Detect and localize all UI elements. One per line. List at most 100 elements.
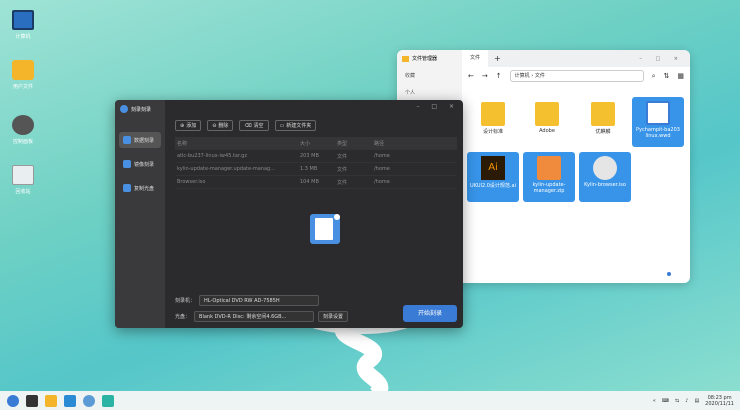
sidebar-item-favorites[interactable]: 收藏 [397, 67, 462, 84]
screenshot-taskbar-icon[interactable] [102, 394, 114, 407]
forward-icon[interactable]: → [482, 72, 488, 80]
clock-date: 2020/11/11 [705, 400, 734, 407]
clock-time: 08:23 pm [707, 394, 732, 401]
cell-type: 文件 [337, 179, 348, 186]
clear-button[interactable]: ⌫ 清空 [239, 120, 269, 131]
cell-path: /home [374, 179, 390, 185]
table-row[interactable]: Browser.iso 104 MB 文件 /home [175, 176, 457, 189]
table-header: 名称 大小 类型 路径 [175, 137, 457, 150]
cell-name: kylin-update-manager.update-manag... [177, 166, 275, 172]
file-name: UKUI2.0设计规范.ai [470, 183, 516, 189]
folder-icon [481, 102, 505, 126]
disc-label: 光盘： [175, 314, 191, 320]
add-button[interactable]: ⊕ 添加 [175, 120, 202, 131]
new-folder-button[interactable]: ▭ 新建文件夹 [274, 120, 317, 131]
file-item[interactable]: Pychampit-ba203 linux.wwd [632, 97, 684, 147]
multitask-icon[interactable] [26, 394, 38, 407]
desktop-icon-recycle-bin[interactable]: 回收站 [6, 165, 40, 195]
disc-select[interactable]: Blank DVD-R Disc: 剩余空间4.6GB... [194, 311, 315, 322]
burner-select[interactable]: HL-Optical DVD RW AD-7585H [199, 295, 320, 306]
file-name: 优麒麟 [595, 129, 611, 135]
back-icon[interactable]: ← [468, 72, 474, 80]
burner-select-value: HL-Optical DVD RW AD-7585H [204, 297, 280, 304]
desktop-icon-label: 回收站 [15, 189, 31, 195]
input-method-icon[interactable]: ⌨ [662, 398, 669, 404]
view-icon[interactable]: ▦ [677, 72, 684, 80]
cell-name: atlc-bu237-linux-iw45.tar.gz [177, 153, 247, 159]
data-burn-icon [123, 136, 131, 144]
window-controls[interactable]: – □ × [416, 103, 459, 110]
breadcrumb-computer[interactable]: 计算机 [515, 73, 530, 79]
button-label: 清空 [253, 123, 264, 129]
burner-select-row: 刻录机： HL-Optical DVD RW AD-7585H [175, 295, 320, 306]
desktop-icon-user-files[interactable]: 用户文件 [6, 60, 40, 90]
search-icon[interactable]: ⌕ [652, 72, 656, 81]
window-controls[interactable]: – □ × [639, 56, 690, 62]
folder-icon [402, 55, 409, 62]
new-tab-icon[interactable]: + [494, 54, 501, 63]
volume-icon[interactable]: ♪ [685, 398, 688, 404]
column-header[interactable]: 大小 [300, 140, 337, 147]
column-header[interactable]: 路径 [374, 140, 434, 147]
file-item[interactable]: kylin-update-manager.zip [523, 152, 575, 202]
delete-button[interactable]: ⊖ 删除 [207, 120, 234, 131]
cell-type: 文件 [337, 153, 348, 160]
file-item[interactable]: Ai UKUI2.0设计规范.ai [467, 152, 519, 202]
nav-copy-disc[interactable]: 复制光盘 [119, 180, 161, 196]
file-manager-taskbar-icon[interactable] [45, 394, 57, 407]
cell-path: /home [374, 166, 390, 172]
image-burn-icon [123, 160, 131, 168]
cell-name: Browser.iso [177, 179, 206, 185]
sidebar-item-personal[interactable]: 个人 [397, 84, 462, 101]
system-tray: « ⌨ ⇆ ♪ ▤ 08:23 pm 2020/11/11 [653, 391, 734, 410]
column-header[interactable]: 类型 [337, 140, 374, 147]
home-folder-icon [12, 60, 34, 80]
address-bar[interactable]: 计算机 › 文件 [509, 70, 644, 82]
nav-data-burn[interactable]: 数据刻录 [119, 132, 161, 148]
desktop-icon-label: 计算机 [15, 34, 31, 40]
notification-icon[interactable]: ▤ [694, 398, 699, 404]
file-item[interactable]: 优麒麟 [577, 98, 629, 148]
file-name: 设计标准 [482, 129, 503, 135]
tab-bar: 文件 + – □ × [462, 50, 690, 67]
button-label: 添加 [186, 123, 197, 129]
copy-disc-icon [123, 184, 131, 192]
nav-label: 复制光盘 [134, 185, 155, 192]
start-burn-button[interactable]: 开始刻录 [403, 305, 457, 322]
browser-taskbar-icon[interactable] [64, 394, 76, 407]
add-icon: ⊕ [180, 122, 185, 129]
clock[interactable]: 08:23 pm 2020/11/11 [705, 395, 734, 407]
computer-icon [12, 10, 34, 30]
file-manager-title: 文件管理器 [397, 50, 462, 67]
file-item[interactable]: Adobe [521, 98, 573, 148]
button-label: 刻录设置 [323, 314, 344, 320]
burner-sidebar: 刻录刻录 数据刻录 镜像刻录 复制光盘 [115, 100, 165, 328]
desktop-icon-control-panel[interactable]: 控制面板 [6, 115, 40, 145]
cell-size: 104 MB [300, 179, 319, 185]
up-icon[interactable]: ↑ [496, 72, 502, 80]
network-icon[interactable]: ⇆ [675, 398, 679, 404]
tab-files[interactable]: 文件 [462, 50, 489, 67]
burn-settings-button[interactable]: 刻录设置 [318, 311, 349, 322]
desktop-icon-computer[interactable]: 计算机 [6, 10, 40, 40]
start-menu-icon[interactable] [7, 394, 19, 407]
table-row[interactable]: kylin-update-manager.update-manag... 1.3… [175, 163, 457, 176]
file-name: Kylin-browser.iso [584, 182, 626, 188]
table-row[interactable]: atlc-bu237-linux-iw45.tar.gz 203 MB 文件 /… [175, 150, 457, 163]
breadcrumb-files[interactable]: 文件 [535, 73, 545, 79]
column-header[interactable]: 名称 [175, 140, 300, 147]
tray-expand-icon[interactable]: « [653, 398, 656, 404]
button-label: 删除 [218, 123, 229, 129]
cell-size: 203 MB [300, 153, 319, 159]
burner-toolbar: ⊕ 添加 ⊖ 删除 ⌫ 清空 ▭ 新建文件夹 [175, 120, 317, 131]
sort-icon[interactable]: ⇅ [664, 72, 670, 80]
burner-taskbar-icon[interactable] [83, 394, 95, 407]
nav-label: 镜像刻录 [134, 161, 155, 168]
file-item[interactable]: 设计标准 [467, 98, 519, 148]
burner-window: 刻录刻录 数据刻录 镜像刻录 复制光盘 – □ × ⊕ 添加 ⊖ 删除 ⌫ 清空 ▭ 新… [115, 100, 463, 328]
file-item[interactable]: Kylin-browser.iso [579, 152, 631, 202]
disc-icon [120, 105, 128, 113]
disc-select-value: Blank DVD-R Disc: 剩余空间4.6GB... [199, 314, 287, 320]
nav-image-burn[interactable]: 镜像刻录 [119, 156, 161, 172]
file-name: Pychampit-ba203 linux.wwd [636, 127, 680, 139]
